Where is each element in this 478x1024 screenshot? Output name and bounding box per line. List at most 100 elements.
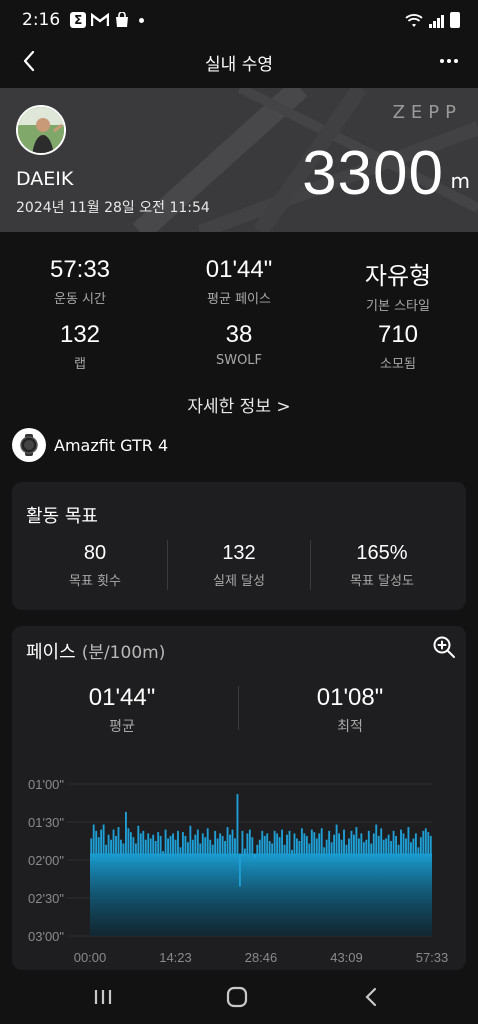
- stat-value: 38: [225, 321, 253, 348]
- pace-bar: [382, 839, 385, 855]
- pace-bar: [360, 833, 363, 855]
- pace-bar: [288, 830, 291, 855]
- pace-bar: [370, 843, 373, 855]
- x-tick-label: 28:46: [245, 950, 278, 965]
- more-dot-icon: [454, 59, 458, 63]
- details-link[interactable]: 자세한 정보 >: [0, 392, 478, 417]
- pace-bar: [385, 838, 388, 855]
- pace-unit: (분/100m): [81, 643, 166, 663]
- pace-bar: [325, 839, 328, 855]
- back-nav-button[interactable]: [356, 984, 386, 1010]
- distance-value: 3300: [302, 139, 444, 208]
- pace-bar: [355, 827, 358, 855]
- x-tick-label: 57:33: [416, 950, 449, 965]
- pace-bar: [90, 838, 93, 855]
- pace-bar: [278, 837, 281, 855]
- goal-label: 목표 달성도: [350, 574, 414, 589]
- y-tick-label: 01'00": [28, 777, 64, 792]
- pace-bar: [199, 843, 202, 855]
- pace-bar: [377, 835, 380, 855]
- pace-bar: [330, 842, 333, 855]
- more-options-button[interactable]: [434, 46, 464, 76]
- pace-bar: [92, 824, 95, 855]
- home-button[interactable]: [222, 984, 252, 1010]
- pace-title-text: 페이스: [26, 642, 76, 663]
- pace-bar: [291, 849, 293, 855]
- x-tick-label: 43:09: [330, 950, 363, 965]
- pace-bar: [102, 824, 105, 855]
- pace-bar: [216, 838, 219, 855]
- pace-bar: [372, 833, 375, 855]
- pace-bar: [412, 838, 415, 855]
- sigma-app-icon: Σ: [70, 12, 87, 28]
- pace-bar: [181, 832, 184, 855]
- distance-unit: m: [450, 169, 470, 193]
- pace-bar: [400, 829, 402, 855]
- recent-apps-button[interactable]: [88, 984, 118, 1010]
- pace-bar: [209, 839, 212, 855]
- pace-bar: [204, 837, 207, 855]
- pace-bar: [335, 824, 338, 855]
- pace-bar: [343, 829, 345, 855]
- watch-icon: [12, 428, 46, 462]
- pace-chart[interactable]: 01'00" 01'30" 02'00" 02'30" 03'00" 00:00 14:2…: [12, 766, 466, 970]
- pace-bar: [333, 834, 336, 855]
- pace-bar: [149, 838, 152, 855]
- pace-bar: [380, 828, 383, 855]
- stat-value: 자유형: [364, 263, 432, 290]
- pace-bar: [248, 829, 251, 855]
- pace-bar: [417, 847, 420, 855]
- workout-summary-banner: DAEIK 2024년 11월 28일 오전 11:54 ZEPP 3300 m: [0, 88, 478, 232]
- y-tick-label: 02'00": [28, 853, 64, 868]
- pace-bar: [144, 839, 147, 855]
- divider: [238, 686, 239, 730]
- avatar[interactable]: [16, 105, 66, 155]
- pace-bar: [362, 842, 365, 855]
- pace-bar: [211, 844, 214, 855]
- pace-bar: [224, 841, 227, 855]
- pace-bar: [320, 828, 323, 855]
- pace-bar: [122, 843, 125, 855]
- pace-bar: [152, 834, 155, 855]
- pace-bar: [305, 835, 308, 855]
- pace-title: 페이스 (분/100m): [26, 638, 165, 664]
- pace-bar: [409, 842, 412, 855]
- pace-bar: [348, 838, 350, 855]
- pace-bar: [253, 853, 256, 859]
- pace-bar: [177, 830, 179, 855]
- pace-bar: [127, 828, 130, 855]
- system-nav-bar: [0, 970, 478, 1024]
- home-icon: [226, 986, 248, 1008]
- pace-bar: [157, 832, 160, 855]
- pace-bar: [174, 839, 177, 855]
- pace-bar: [273, 830, 276, 855]
- pace-bar: [300, 828, 303, 855]
- pace-bar: [189, 825, 192, 855]
- x-tick-label: 14:23: [159, 950, 192, 965]
- pace-bar: [365, 839, 368, 855]
- pace-bar: [134, 843, 137, 855]
- pace-bar: [283, 844, 286, 855]
- pace-bar: [120, 839, 122, 855]
- device-row[interactable]: Amazfit GTR 4: [12, 427, 168, 463]
- stat-label: 소모됨: [380, 357, 416, 372]
- pace-bar: [229, 834, 231, 855]
- pace-bar: [196, 829, 199, 855]
- y-tick-label: 02'30": [28, 891, 64, 906]
- pace-bar: [184, 835, 187, 855]
- pace-bar: [162, 851, 165, 855]
- pace-bar: [328, 830, 331, 855]
- pace-bar: [303, 833, 306, 855]
- stat-avg-pace: 01'44" 평균 페이스: [159, 256, 319, 307]
- pace-bar: [137, 825, 140, 855]
- pace-bar: [167, 838, 170, 855]
- more-notifications-dot: [139, 17, 145, 23]
- stat-duration: 57:33 운동 시간: [0, 256, 160, 307]
- pace-bar: [298, 841, 301, 855]
- pace-bar: [221, 835, 224, 855]
- pace-bar: [191, 839, 194, 855]
- pace-bar: [375, 824, 378, 855]
- chevron-left-icon: [365, 987, 377, 1007]
- stat-laps: 132 랩: [0, 321, 160, 372]
- zoom-in-button[interactable]: [432, 635, 456, 659]
